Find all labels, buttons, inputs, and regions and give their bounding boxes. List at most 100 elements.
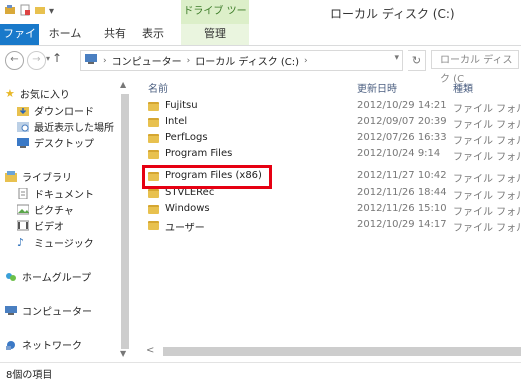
- table-row[interactable]: Fujitsu 2012/10/29 14:21 ファイル フォルダー: [140, 99, 521, 115]
- file-name: PerfLogs: [165, 132, 208, 143]
- file-date: 2012/10/24 9:14: [357, 148, 441, 159]
- videos-icon: [16, 220, 30, 231]
- nav-recent-places[interactable]: 最近表示した場所: [17, 119, 114, 134]
- nav-desktop-label: デスクトップ: [34, 139, 94, 150]
- address-bar[interactable]: › コンピューター › ローカル ディスク (C:) › ▾: [80, 50, 403, 71]
- nav-homegroup-label: ホームグループ: [22, 273, 92, 284]
- file-name: Fujitsu: [165, 100, 198, 111]
- navigation-pane-scrollbar[interactable]: ▲ ▼: [119, 76, 131, 361]
- scroll-down-icon[interactable]: ▼: [120, 349, 126, 358]
- chevron-right-icon[interactable]: ›: [103, 56, 107, 66]
- window-title: ローカル ディスク (C:): [330, 7, 455, 21]
- title-bar: ▾ ドライブ ツール ローカル ディスク (C:): [0, 0, 521, 41]
- table-row[interactable]: Intel 2012/09/07 20:39 ファイル フォルダー: [140, 115, 521, 131]
- nav-computer[interactable]: コンピューター: [5, 303, 92, 318]
- file-name: Intel: [165, 116, 188, 127]
- nav-documents-label: ドキュメント: [34, 190, 94, 201]
- file-type: ファイル フォルダー: [453, 223, 521, 234]
- horizontal-scrollbar[interactable]: <: [138, 343, 521, 360]
- chevron-right-icon[interactable]: ›: [304, 56, 308, 66]
- tab-file[interactable]: ファイル: [0, 24, 39, 60]
- file-date: 2012/10/29 14:21: [357, 100, 447, 111]
- ribbon-tabs: ファイル ホーム 共有 表示 管理: [0, 24, 521, 60]
- column-header-type[interactable]: 種類: [453, 80, 473, 95]
- file-date: 2012/11/26 18:44: [357, 187, 447, 198]
- up-button[interactable]: ↑: [52, 51, 62, 65]
- file-type: ファイル フォルダー: [453, 152, 521, 163]
- item-count: 8個の項目: [6, 370, 53, 381]
- folder-icon: [148, 150, 159, 159]
- tab-home[interactable]: ホーム: [46, 24, 84, 45]
- breadcrumb-local-disk[interactable]: ローカル ディスク (C:): [195, 53, 299, 68]
- file-name: ユーザー: [165, 223, 205, 234]
- nav-network[interactable]: ネットワーク: [5, 337, 82, 352]
- context-tab-drive-tools: ドライブ ツール: [181, 0, 249, 41]
- scrollbar-thumb[interactable]: [163, 347, 521, 356]
- file-type: ファイル フォルダー: [453, 120, 521, 131]
- tab-share[interactable]: 共有: [100, 24, 130, 45]
- breadcrumb-computer[interactable]: コンピューター: [112, 53, 182, 68]
- navigation-pane: ★ お気に入り ダウンロード 最近表示した場所 デスクトップ ライブラリ ドキュ…: [0, 76, 133, 361]
- file-date: 2012/07/26 16:33: [357, 132, 447, 143]
- nav-libraries[interactable]: ライブラリ: [5, 169, 72, 184]
- table-row[interactable]: ユーザー 2012/10/29 14:17 ファイル フォルダー: [140, 218, 521, 234]
- navigation-bar: ← → ▾ ↑ › コンピューター › ローカル ディスク (C:) › ▾ ↻…: [0, 46, 521, 85]
- nav-music[interactable]: ♪ ミュージック: [17, 235, 94, 250]
- chevron-right-icon[interactable]: ›: [187, 56, 191, 66]
- recent-locations-icon[interactable]: ▾: [46, 54, 50, 63]
- refresh-button[interactable]: ↻: [408, 50, 426, 71]
- nav-network-label: ネットワーク: [22, 341, 82, 352]
- nav-videos[interactable]: ビデオ: [16, 218, 64, 233]
- table-row[interactable]: Windows 2012/11/26 15:10 ファイル フォルダー: [140, 202, 521, 218]
- recent-places-icon: [17, 121, 29, 132]
- new-folder-icon[interactable]: [34, 4, 46, 19]
- search-input[interactable]: ローカル ディスク (C: [431, 50, 519, 85]
- nav-homegroup[interactable]: ホームグループ: [5, 269, 91, 284]
- nav-videos-label: ビデオ: [34, 222, 64, 233]
- nav-favorites[interactable]: ★ お気に入り: [5, 86, 70, 101]
- folder-icon: [148, 134, 159, 143]
- computer-icon: [5, 305, 17, 316]
- file-type: ファイル フォルダー: [453, 191, 521, 202]
- music-icon: ♪: [17, 236, 25, 249]
- forward-button[interactable]: →: [27, 51, 46, 70]
- nav-computer-label: コンピューター: [22, 307, 92, 318]
- address-dropdown-icon[interactable]: ▾: [394, 53, 399, 63]
- file-date: 2012/11/27 10:42: [357, 170, 447, 181]
- homegroup-icon: [5, 271, 17, 282]
- nav-favorites-label: お気に入り: [19, 90, 70, 101]
- nav-documents[interactable]: ドキュメント: [17, 186, 94, 201]
- explorer-window: ▾ ドライブ ツール ローカル ディスク (C:) ファイル ホーム 共有 表示…: [0, 0, 521, 384]
- properties-icon[interactable]: [19, 4, 31, 19]
- file-name: Program Files: [165, 148, 233, 159]
- nav-pictures[interactable]: ピクチャ: [16, 202, 74, 217]
- file-date: 2012/11/26 15:10: [357, 203, 447, 214]
- file-type: ファイル フォルダー: [453, 174, 521, 185]
- tab-manage[interactable]: 管理: [181, 24, 249, 45]
- explorer-icon[interactable]: [4, 4, 16, 19]
- tab-view[interactable]: 表示: [137, 24, 169, 45]
- libraries-icon: [5, 171, 17, 182]
- file-date: 2012/09/07 20:39: [357, 116, 447, 127]
- folder-icon: [148, 102, 159, 111]
- nav-music-label: ミュージック: [34, 239, 94, 250]
- table-row[interactable]: PerfLogs 2012/07/26 16:33 ファイル フォルダー: [140, 131, 521, 147]
- downloads-icon: [17, 105, 29, 116]
- file-type: ファイル フォルダー: [453, 104, 521, 115]
- table-row[interactable]: Program Files 2012/10/24 9:14 ファイル フォルダー: [140, 147, 521, 163]
- quick-access-dropdown-icon[interactable]: ▾: [49, 6, 54, 17]
- back-button[interactable]: ←: [5, 51, 24, 70]
- folder-icon: [148, 189, 159, 198]
- column-header-date[interactable]: 更新日時: [357, 80, 397, 95]
- network-icon: [5, 339, 17, 350]
- nav-libraries-label: ライブラリ: [22, 173, 72, 184]
- star-icon: ★: [5, 87, 15, 100]
- nav-desktop[interactable]: デスクトップ: [17, 135, 94, 150]
- scroll-left-icon[interactable]: <: [146, 345, 154, 356]
- status-bar: 8個の項目: [0, 362, 521, 384]
- nav-downloads[interactable]: ダウンロード: [17, 103, 94, 118]
- highlight-box: [142, 165, 272, 189]
- column-header-name[interactable]: 名前: [148, 80, 168, 95]
- scroll-up-icon[interactable]: ▲: [120, 80, 126, 89]
- scrollbar-thumb[interactable]: [121, 94, 129, 349]
